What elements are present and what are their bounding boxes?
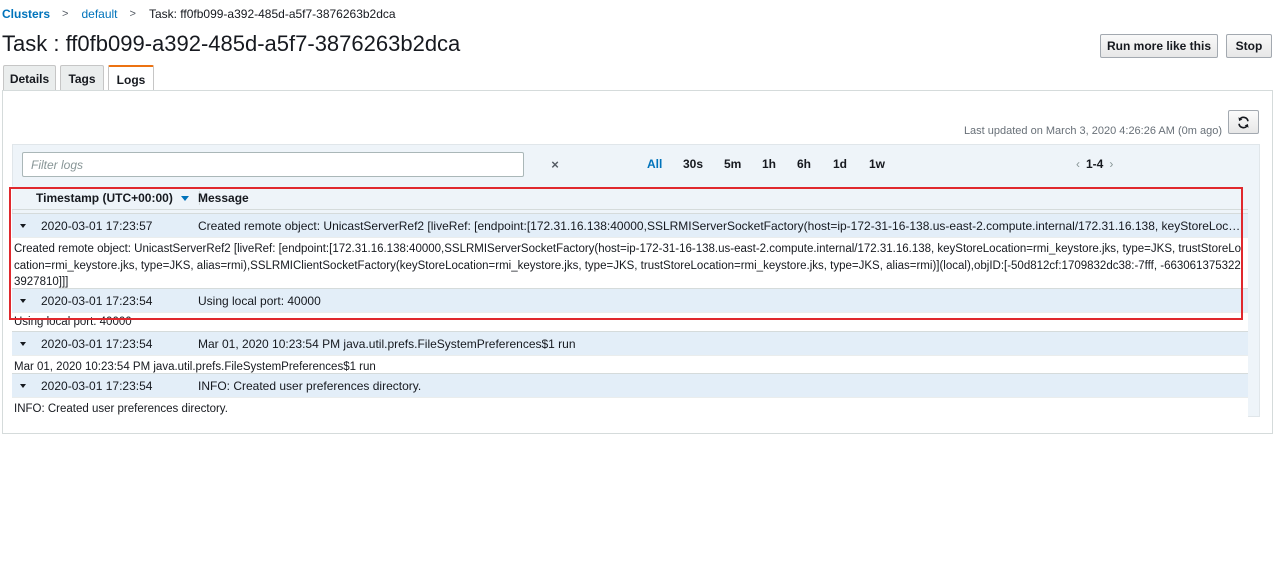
breadcrumb: Clusters > default > Task: ff0fb099-a392… bbox=[2, 6, 396, 22]
log-table-header: Timestamp (UTC+00:00) Message bbox=[12, 186, 1248, 210]
range-all[interactable]: All bbox=[647, 157, 662, 171]
row-timestamp: 2020-03-01 17:23:54 bbox=[41, 379, 153, 393]
expand-caret-icon[interactable] bbox=[20, 224, 26, 228]
row-detail: Using local port: 40000 bbox=[12, 312, 1248, 331]
last-updated-text: Last updated on March 3, 2020 4:26:26 AM… bbox=[963, 125, 1222, 137]
row-detail: INFO: Created user preferences directory… bbox=[12, 397, 1248, 418]
row-message: Using local port: 40000 bbox=[198, 294, 321, 308]
range-1w[interactable]: 1w bbox=[869, 157, 885, 171]
range-1h[interactable]: 1h bbox=[762, 157, 776, 171]
page-range-text: 1-4 bbox=[1086, 157, 1104, 171]
row-message: INFO: Created user preferences directory… bbox=[198, 379, 422, 393]
row-timestamp: 2020-03-01 17:23:54 bbox=[41, 337, 153, 351]
range-6h[interactable]: 6h bbox=[797, 157, 811, 171]
run-more-like-this-button[interactable]: Run more like this bbox=[1100, 34, 1218, 58]
breadcrumb-current: Task: ff0fb099-a392-485d-a5f7-3876263b2d… bbox=[148, 7, 396, 21]
range-1d[interactable]: 1d bbox=[833, 157, 847, 171]
table-row[interactable]: 2020-03-01 17:23:54 Mar 01, 2020 10:23:5… bbox=[12, 331, 1248, 355]
stop-button[interactable]: Stop bbox=[1226, 34, 1272, 58]
table-row[interactable]: 2020-03-01 17:23:54 Using local port: 40… bbox=[12, 288, 1248, 312]
filter-logs-input[interactable] bbox=[22, 152, 524, 177]
breadcrumb-clusters-link[interactable]: Clusters bbox=[2, 7, 50, 21]
row-detail: Created remote object: UnicastServerRef2… bbox=[12, 237, 1248, 288]
table-row[interactable]: 2020-03-01 17:23:57 Created remote objec… bbox=[12, 213, 1248, 237]
page-title: Task : ff0fb099-a392-485d-a5f7-3876263b2… bbox=[2, 31, 461, 56]
tab-bar: Details Tags Logs bbox=[3, 65, 158, 92]
refresh-button[interactable] bbox=[1228, 110, 1259, 134]
clear-filter-icon[interactable]: × bbox=[548, 157, 562, 172]
column-header-timestamp[interactable]: Timestamp (UTC+00:00) bbox=[36, 191, 200, 205]
refresh-icon bbox=[1238, 116, 1249, 128]
range-30s[interactable]: 30s bbox=[683, 157, 703, 171]
breadcrumb-default-link[interactable]: default bbox=[81, 7, 117, 21]
breadcrumb-separator: > bbox=[62, 8, 69, 20]
row-message: Created remote object: UnicastServerRef2… bbox=[198, 219, 1244, 233]
sort-descending-icon bbox=[180, 195, 189, 201]
column-header-message: Message bbox=[198, 191, 249, 205]
expand-caret-icon[interactable] bbox=[20, 299, 26, 303]
row-message: Mar 01, 2020 10:23:54 PM java.util.prefs… bbox=[198, 337, 576, 351]
breadcrumb-separator: > bbox=[129, 8, 136, 20]
tab-tags[interactable]: Tags bbox=[60, 65, 104, 91]
row-timestamp: 2020-03-01 17:23:54 bbox=[41, 294, 153, 308]
tab-logs[interactable]: Logs bbox=[108, 65, 154, 92]
expand-caret-icon[interactable] bbox=[20, 384, 26, 388]
pagination: ‹ 1-4 › bbox=[1076, 157, 1113, 171]
expand-caret-icon[interactable] bbox=[20, 342, 26, 346]
range-5m[interactable]: 5m bbox=[724, 157, 741, 171]
table-row[interactable]: 2020-03-01 17:23:54 INFO: Created user p… bbox=[12, 373, 1248, 397]
tab-details[interactable]: Details bbox=[3, 65, 56, 91]
chevron-right-icon[interactable]: › bbox=[1109, 157, 1113, 171]
chevron-left-icon[interactable]: ‹ bbox=[1076, 157, 1080, 171]
column-header-timestamp-label: Timestamp (UTC+00:00) bbox=[36, 191, 173, 205]
row-timestamp: 2020-03-01 17:23:57 bbox=[41, 219, 153, 233]
